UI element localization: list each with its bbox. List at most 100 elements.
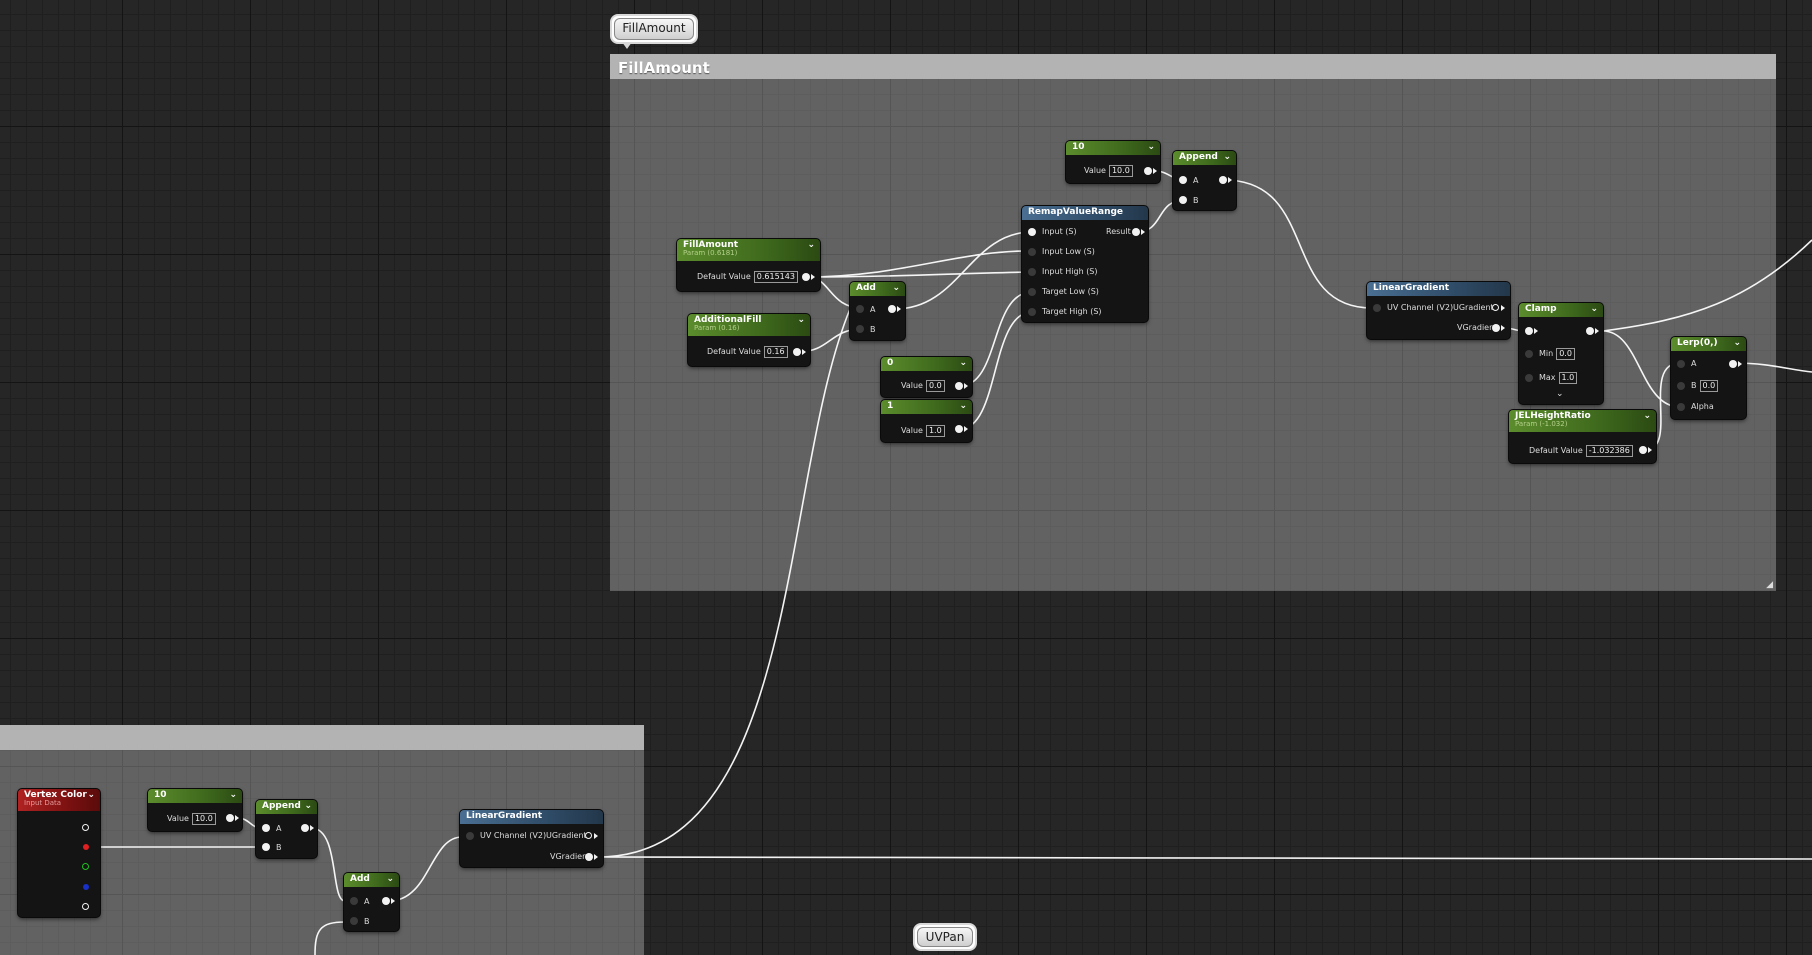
input-pin-max[interactable] (1525, 374, 1533, 382)
input-pin-uv-channel[interactable] (1373, 304, 1381, 312)
jelheightratio-param-node[interactable]: JELHeightRatio Param (-1.032) ⌄ Default Va… (1509, 410, 1656, 463)
clamp-node[interactable]: Clamp ⌄ Min 0.0 Max 1.0 ⌄ (1519, 303, 1603, 404)
output-pin[interactable] (1639, 446, 1647, 454)
output-pin-vgradient[interactable] (1492, 324, 1500, 332)
remap-value-range-node[interactable]: RemapValueRange Input (S) Result Input L… (1022, 206, 1148, 322)
max-value-field[interactable]: 1.0 (1558, 372, 1578, 384)
node-header[interactable]: RemapValueRange (1022, 206, 1148, 220)
output-pin-alpha[interactable] (82, 903, 89, 910)
chevron-down-icon[interactable]: ⌄ (87, 790, 95, 800)
chevron-down-icon[interactable]: ⌄ (229, 790, 237, 800)
input-pin-a[interactable] (262, 824, 270, 832)
output-pin[interactable] (1586, 327, 1594, 335)
lerp-node[interactable]: Lerp(0,) ⌄ A B 0.0 Alpha (1671, 337, 1746, 419)
value-field[interactable]: 10.0 (191, 813, 216, 825)
lineargradient-node-bottom[interactable]: LinearGradient UV Channel (V2) UGradient… (460, 810, 603, 867)
input-pin-target-low[interactable] (1028, 288, 1036, 296)
input-pin-a[interactable] (1179, 176, 1187, 184)
value-field[interactable]: 0.0 (925, 380, 945, 392)
chevron-down-icon[interactable]: ⌄ (797, 315, 805, 325)
lineargradient-node-top[interactable]: LinearGradient UV Channel (V2) UGradient… (1367, 282, 1510, 339)
output-pin[interactable] (888, 305, 896, 313)
comment-bubble-fillamount[interactable]: FillAmount (610, 14, 698, 49)
input-pin-b[interactable] (350, 917, 358, 925)
output-pin[interactable] (226, 814, 234, 822)
output-pin-blue[interactable] (83, 884, 89, 890)
node-header[interactable]: FillAmount Param (0.6181) ⌄ (677, 239, 820, 261)
comment-bubble-uvpan[interactable]: UVPan (913, 923, 977, 951)
node-header[interactable]: Lerp(0,) ⌄ (1671, 337, 1746, 351)
node-header[interactable]: 1 ⌄ (881, 400, 972, 414)
node-header[interactable]: Clamp ⌄ (1519, 303, 1603, 317)
input-pin-a[interactable] (856, 305, 864, 313)
chevron-down-icon[interactable]: ⌄ (1147, 142, 1155, 152)
append-node-bottom[interactable]: Append ⌄ A B (256, 800, 317, 858)
node-header[interactable]: Add ⌄ (344, 873, 399, 887)
additionalfill-param-node[interactable]: AdditionalFill Param (0.16) ⌄ Default Valu… (688, 314, 810, 366)
output-pin[interactable] (301, 824, 309, 832)
constant-node-1[interactable]: 1 ⌄ Value 1.0 (881, 400, 972, 442)
value-field[interactable]: 0.615143 (753, 271, 798, 283)
append-node-top[interactable]: Append ⌄ A B (1173, 151, 1236, 210)
output-pin[interactable] (1729, 360, 1737, 368)
output-pin[interactable] (955, 382, 963, 390)
chevron-down-icon[interactable]: ⌄ (959, 401, 967, 411)
input-pin[interactable] (1525, 327, 1533, 335)
input-pin-input-low[interactable] (1028, 248, 1036, 256)
input-pin-b[interactable] (1179, 196, 1187, 204)
expand-chevron-icon[interactable]: ⌄ (1556, 389, 1564, 399)
output-pin-ugradient[interactable] (585, 832, 592, 839)
output-pin-vgradient[interactable] (585, 853, 593, 861)
b-value-field[interactable]: 0.0 (1699, 380, 1719, 392)
input-pin-uv-channel[interactable] (466, 832, 474, 840)
node-header[interactable]: JELHeightRatio Param (-1.032) ⌄ (1509, 410, 1656, 432)
input-pin-min[interactable] (1525, 350, 1533, 358)
node-header[interactable]: Append ⌄ (256, 800, 317, 814)
output-pin-result[interactable] (1132, 228, 1140, 236)
input-pin-b[interactable] (262, 843, 270, 851)
constant-node-0[interactable]: 0 ⌄ Value 0.0 (881, 357, 972, 397)
node-header[interactable]: LinearGradient (1367, 282, 1510, 296)
input-pin-alpha[interactable] (1677, 403, 1685, 411)
output-pin[interactable] (1219, 176, 1227, 184)
output-pin-ugradient[interactable] (1492, 304, 1499, 311)
chevron-down-icon[interactable]: ⌄ (1643, 411, 1651, 421)
input-pin-target-high[interactable] (1028, 308, 1036, 316)
chevron-down-icon[interactable]: ⌄ (304, 801, 312, 811)
resize-handle-icon[interactable]: ◢ (1766, 580, 1773, 590)
value-field[interactable]: 10.0 (1108, 165, 1133, 177)
vertex-color-node[interactable]: Vertex Color Input Data ⌄ (18, 789, 100, 917)
value-field[interactable]: -1.032386 (1585, 445, 1633, 457)
value-field[interactable]: 1.0 (925, 425, 945, 437)
output-pin[interactable] (955, 425, 963, 433)
node-header[interactable]: Append ⌄ (1173, 151, 1236, 165)
node-header[interactable]: AdditionalFill Param (0.16) ⌄ (688, 314, 810, 336)
node-header[interactable]: LinearGradient (460, 810, 603, 824)
output-pin-green[interactable] (82, 863, 89, 870)
input-pin-b[interactable] (1677, 382, 1685, 390)
output-pin-red[interactable] (83, 844, 89, 850)
chevron-down-icon[interactable]: ⌄ (1733, 338, 1741, 348)
output-pin[interactable] (1144, 167, 1152, 175)
chevron-down-icon[interactable]: ⌄ (1590, 304, 1598, 314)
input-pin-a[interactable] (1677, 360, 1685, 368)
input-pin-input-high[interactable] (1028, 268, 1036, 276)
output-pin[interactable] (802, 273, 810, 281)
chevron-down-icon[interactable]: ⌄ (892, 283, 900, 293)
comment-title-bar-bottom[interactable] (0, 725, 644, 750)
add-node-bottom[interactable]: Add ⌄ A B (344, 873, 399, 931)
node-header[interactable]: Add ⌄ (850, 282, 905, 296)
constant-node-10-top[interactable]: 10 ⌄ Value 10.0 (1066, 141, 1160, 183)
fillamount-param-node[interactable]: FillAmount Param (0.6181) ⌄ Default Value 0… (677, 239, 820, 291)
node-header[interactable]: 0 ⌄ (881, 357, 972, 371)
comment-title-bar[interactable]: FillAmount (610, 54, 1776, 79)
chevron-down-icon[interactable]: ⌄ (807, 240, 815, 250)
chevron-down-icon[interactable]: ⌄ (959, 358, 967, 368)
node-header[interactable]: 10 ⌄ (1066, 141, 1160, 155)
chevron-down-icon[interactable]: ⌄ (386, 874, 394, 884)
node-header[interactable]: 10 ⌄ (148, 789, 242, 803)
min-value-field[interactable]: 0.0 (1556, 348, 1575, 360)
add-node-top[interactable]: Add ⌄ A B (850, 282, 905, 340)
input-pin-input[interactable] (1028, 228, 1036, 236)
chevron-down-icon[interactable]: ⌄ (1223, 152, 1231, 162)
